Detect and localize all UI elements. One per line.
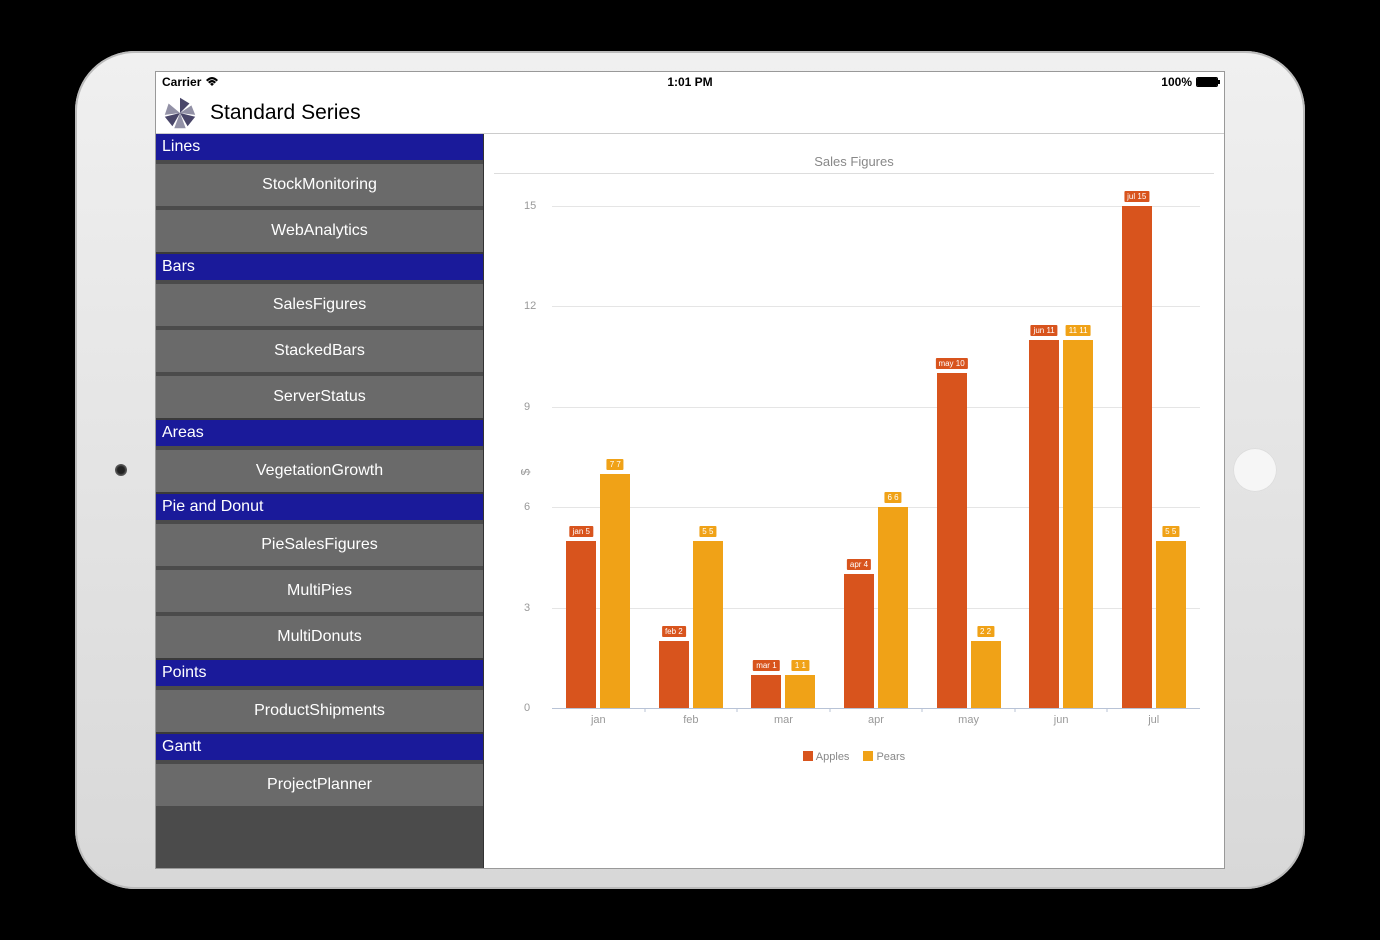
sidebar-header: Pie and Donut [156,492,483,520]
bar[interactable] [693,541,723,708]
data-label: apr 4 [847,559,871,570]
x-tick-label: feb [683,714,698,726]
data-label: 6 6 [884,492,901,503]
gridline [552,206,1200,207]
legend-item[interactable]: Pears [863,751,905,763]
plot-area: 03691215janjan 57 7febfeb 25 5marmar 11 … [552,206,1200,709]
nav-header: Standard Series [156,92,1224,134]
clock: 1:01 PM [667,75,712,89]
battery-label: 100% [1161,75,1192,89]
sidebar: LinesStockMonitoringWebAnalyticsBarsSale… [156,134,484,868]
bar[interactable] [937,373,967,708]
tablet-bezel: Carrier 1:01 PM 100% Standard Series Lin… [75,51,1305,889]
bar[interactable] [600,474,630,708]
sidebar-header: Bars [156,252,483,280]
bar[interactable] [785,675,815,708]
home-button[interactable] [1233,448,1277,492]
sidebar-item[interactable]: ServerStatus [156,372,483,418]
data-label: 5 5 [1162,526,1179,537]
x-tick-mark [644,708,645,712]
y-tick-label: 6 [524,501,530,513]
y-tick-label: 12 [524,300,536,312]
x-tick-mark [1014,708,1015,712]
sidebar-header: Areas [156,418,483,446]
sidebar-header: Points [156,658,483,686]
content-pane: Sales Figures $ 0 3 6 9 12 15 jan jan 5 7 7 feb fe… [484,134,1224,868]
sidebar-header: Gantt [156,732,483,760]
page-title: Standard Series [210,101,361,125]
legend-item[interactable]: Apples [803,751,850,763]
data-label: jun 11 [1031,325,1058,336]
sidebar-header: Lines [156,134,483,160]
data-label: jul 15 [1124,191,1149,202]
sidebar-item[interactable]: ProductShipments [156,686,483,732]
x-tick-label: jan [591,714,606,726]
app-logo-icon [160,93,200,133]
x-tick-mark [1107,708,1108,712]
sidebar-item[interactable]: StockMonitoring [156,160,483,206]
data-label: 2 2 [977,626,994,637]
x-tick-label: may [958,714,979,726]
camera-icon [115,464,127,476]
bar[interactable] [1122,206,1152,708]
legend-swatch-icon [863,751,873,761]
carrier-label: Carrier [162,75,201,89]
x-tick-mark [829,708,830,712]
y-tick-label: 0 [524,702,530,714]
bar[interactable] [1029,340,1059,708]
data-label: 1 1 [792,660,809,671]
status-bar: Carrier 1:01 PM 100% [156,72,1224,92]
x-tick-mark [737,708,738,712]
bar[interactable] [659,641,689,708]
x-tick-mark [922,708,923,712]
legend-swatch-icon [803,751,813,761]
sidebar-item[interactable]: MultiDonuts [156,612,483,658]
data-label: 11 11 [1066,325,1091,336]
gridline [552,608,1200,609]
data-label: feb 2 [662,626,686,637]
x-tick-label: jun [1054,714,1069,726]
sidebar-item[interactable]: PieSalesFigures [156,520,483,566]
gridline [552,507,1200,508]
y-tick-label: 3 [524,602,530,614]
bar[interactable] [1063,340,1093,708]
x-tick-label: jul [1148,714,1159,726]
bar[interactable] [844,574,874,708]
data-label: 5 5 [699,526,716,537]
bar[interactable] [1156,541,1186,708]
screen: Carrier 1:01 PM 100% Standard Series Lin… [155,71,1225,869]
sidebar-item[interactable]: StackedBars [156,326,483,372]
x-tick-label: mar [774,714,793,726]
gridline [552,407,1200,408]
x-tick-label: apr [868,714,884,726]
chart: $ 0 3 6 9 12 15 jan jan 5 7 7 feb feb 2 5 5 mar mar 1… [494,173,1214,769]
sidebar-item[interactable]: MultiPies [156,566,483,612]
y-axis-label: $ [518,468,532,475]
battery-icon [1196,77,1218,87]
data-label: may 10 [935,358,967,369]
data-label: mar 1 [753,660,779,671]
y-tick-label: 15 [524,200,536,212]
sidebar-item[interactable]: ProjectPlanner [156,760,483,806]
bar[interactable] [751,675,781,708]
y-tick-label: 9 [524,401,530,413]
sidebar-item[interactable]: SalesFigures [156,280,483,326]
bar[interactable] [971,641,1001,708]
wifi-icon [205,75,219,90]
legend: Apples Pears [494,751,1214,763]
data-label: jan 5 [570,526,593,537]
sidebar-item[interactable]: VegetationGrowth [156,446,483,492]
bar[interactable] [566,541,596,708]
data-label: 7 7 [607,459,624,470]
gridline [552,306,1200,307]
chart-title: Sales Figures [494,134,1214,173]
sidebar-item[interactable]: WebAnalytics [156,206,483,252]
bar[interactable] [878,507,908,708]
